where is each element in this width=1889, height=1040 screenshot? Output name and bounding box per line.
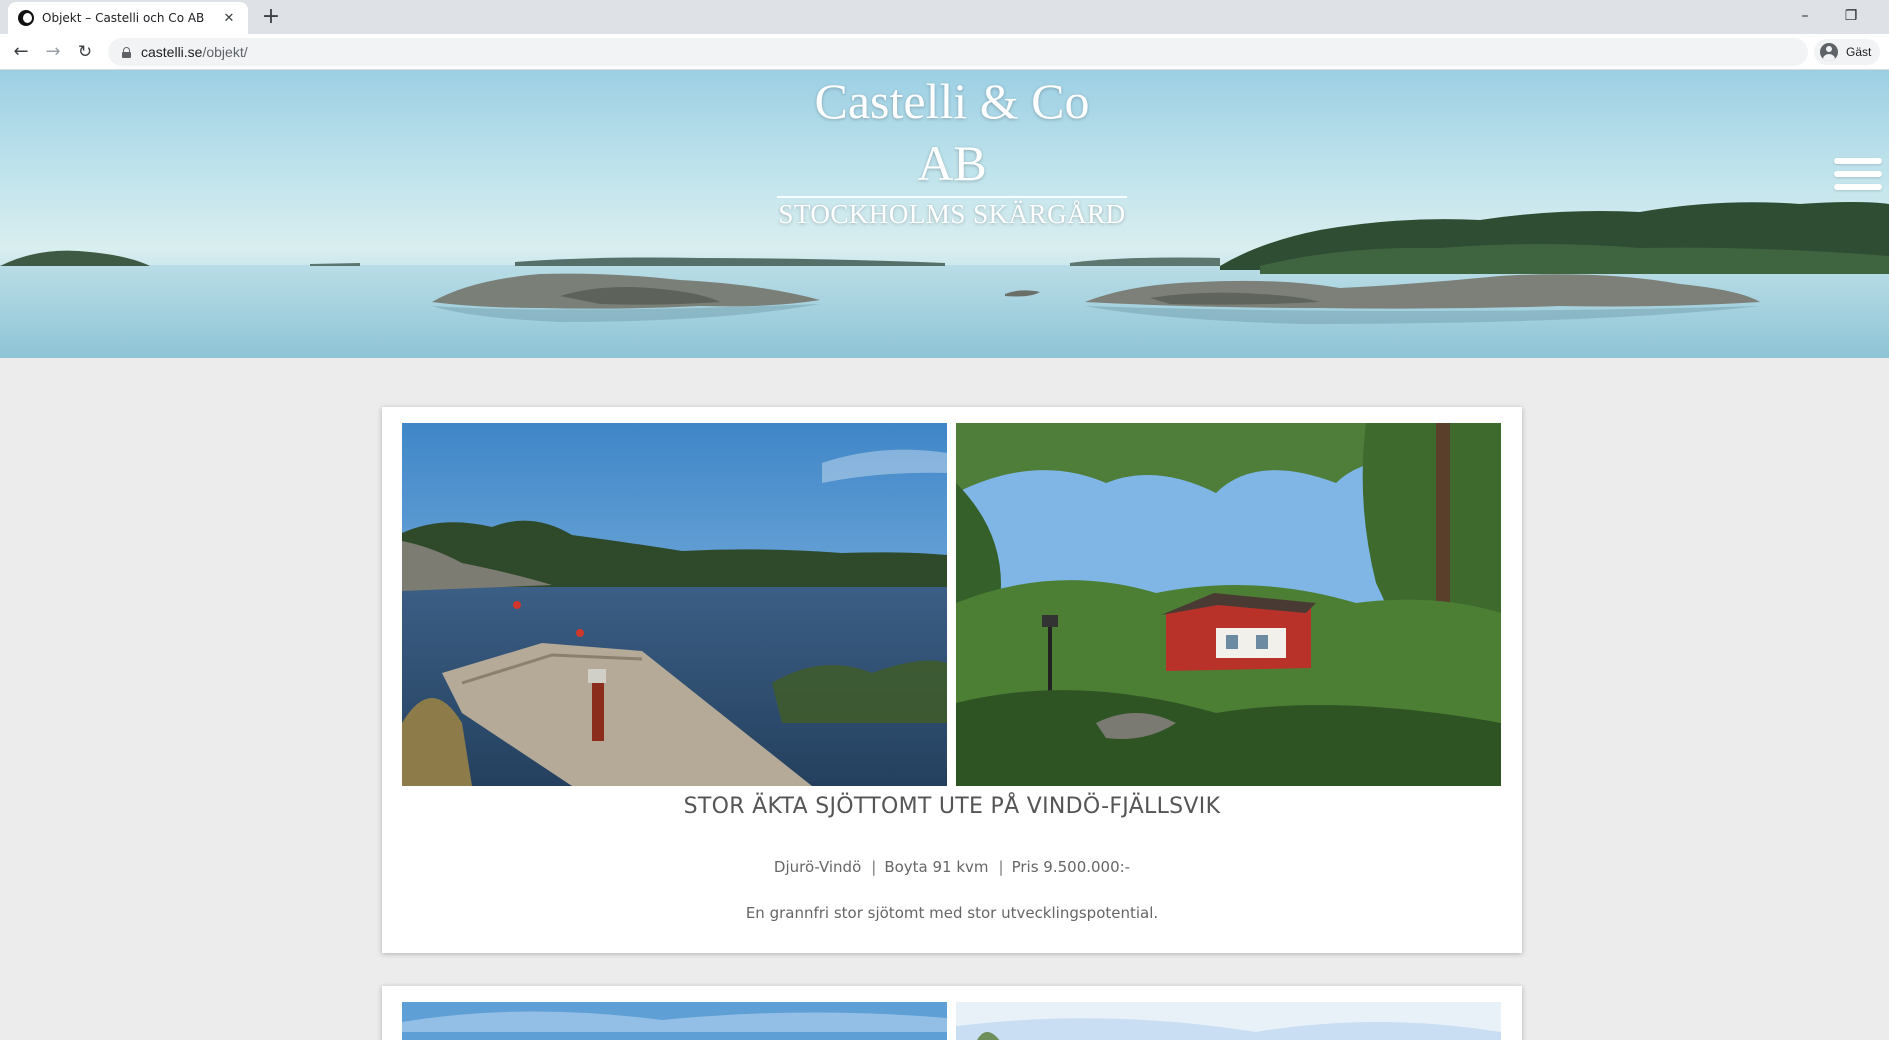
hero-banner: Castelli & Co AB STOCKHOLMS SKÄRGÅRD — [0, 70, 1889, 358]
window-minimize-button[interactable]: – — [1785, 4, 1825, 28]
address-bar[interactable]: castelli.se/objekt/ — [108, 38, 1808, 66]
new-tab-button[interactable]: + — [258, 5, 284, 31]
browser-toolbar: ← → ↻ castelli.se/objekt/ Gäst — [0, 34, 1889, 70]
forward-arrow-icon[interactable]: → — [40, 39, 66, 65]
listing-photo[interactable] — [402, 1002, 947, 1040]
listing-living-area: Boyta 91 kvm — [884, 858, 989, 876]
listing-card[interactable] — [382, 986, 1522, 1040]
profile-label: Gäst — [1846, 45, 1872, 59]
listing-price: Pris 9.500.000:- — [1011, 858, 1131, 876]
listing-photo-dock[interactable] — [402, 423, 947, 786]
tab-close-icon[interactable]: ✕ — [220, 11, 238, 26]
site-favicon-icon — [18, 10, 34, 26]
listing-area: Djurö-Vindö — [773, 858, 862, 876]
hamburger-menu-icon[interactable] — [1834, 158, 1882, 198]
listing-photo-house[interactable] — [956, 423, 1501, 786]
listing-description: En grannfri stor sjötomt med stor utveck… — [745, 904, 1159, 922]
profile-avatar-icon — [1820, 43, 1838, 61]
profile-button[interactable]: Gäst — [1814, 39, 1880, 65]
brand-subtitle: STOCKHOLMS SKÄRGÅRD — [778, 199, 1126, 229]
listing-image — [956, 1002, 1501, 1040]
listing-title[interactable]: STOR ÄKTA SJÖTTOMT UTE PÅ VINDÖ-FJÄLLSVI… — [382, 794, 1522, 819]
listing-photo[interactable] — [956, 1002, 1501, 1040]
url-host: castelli.se — [141, 44, 203, 60]
browser-tab-bar: Objekt – Castelli och Co AB ✕ + – ❐ — [0, 0, 1889, 34]
reload-icon[interactable]: ↻ — [72, 39, 98, 65]
tab-title: Objekt – Castelli och Co AB — [42, 11, 205, 25]
dock-lake-image — [402, 423, 947, 786]
site-logo[interactable]: Castelli & Co AB STOCKHOLMS SKÄRGÅRD — [776, 70, 1128, 230]
url-path: /objekt/ — [202, 44, 248, 60]
listing-meta: Djurö-Vindö | Boyta 91 kvm | Pris 9.500.000:… — [382, 858, 1522, 876]
brand-divider — [777, 196, 1127, 198]
red-cottage-image — [956, 423, 1501, 786]
window-restore-button[interactable]: ❐ — [1831, 4, 1871, 28]
brand-name: Castelli & Co AB — [814, 73, 1090, 191]
meta-separator: | — [998, 858, 1004, 876]
meta-separator: | — [871, 858, 877, 876]
lock-icon[interactable] — [122, 46, 131, 58]
browser-tab-active[interactable]: Objekt – Castelli och Co AB ✕ — [8, 2, 248, 34]
listing-image — [402, 1002, 947, 1040]
back-arrow-icon[interactable]: ← — [8, 39, 34, 65]
listing-card[interactable]: STOR ÄKTA SJÖTTOMT UTE PÅ VINDÖ-FJÄLLSVI… — [382, 407, 1522, 953]
